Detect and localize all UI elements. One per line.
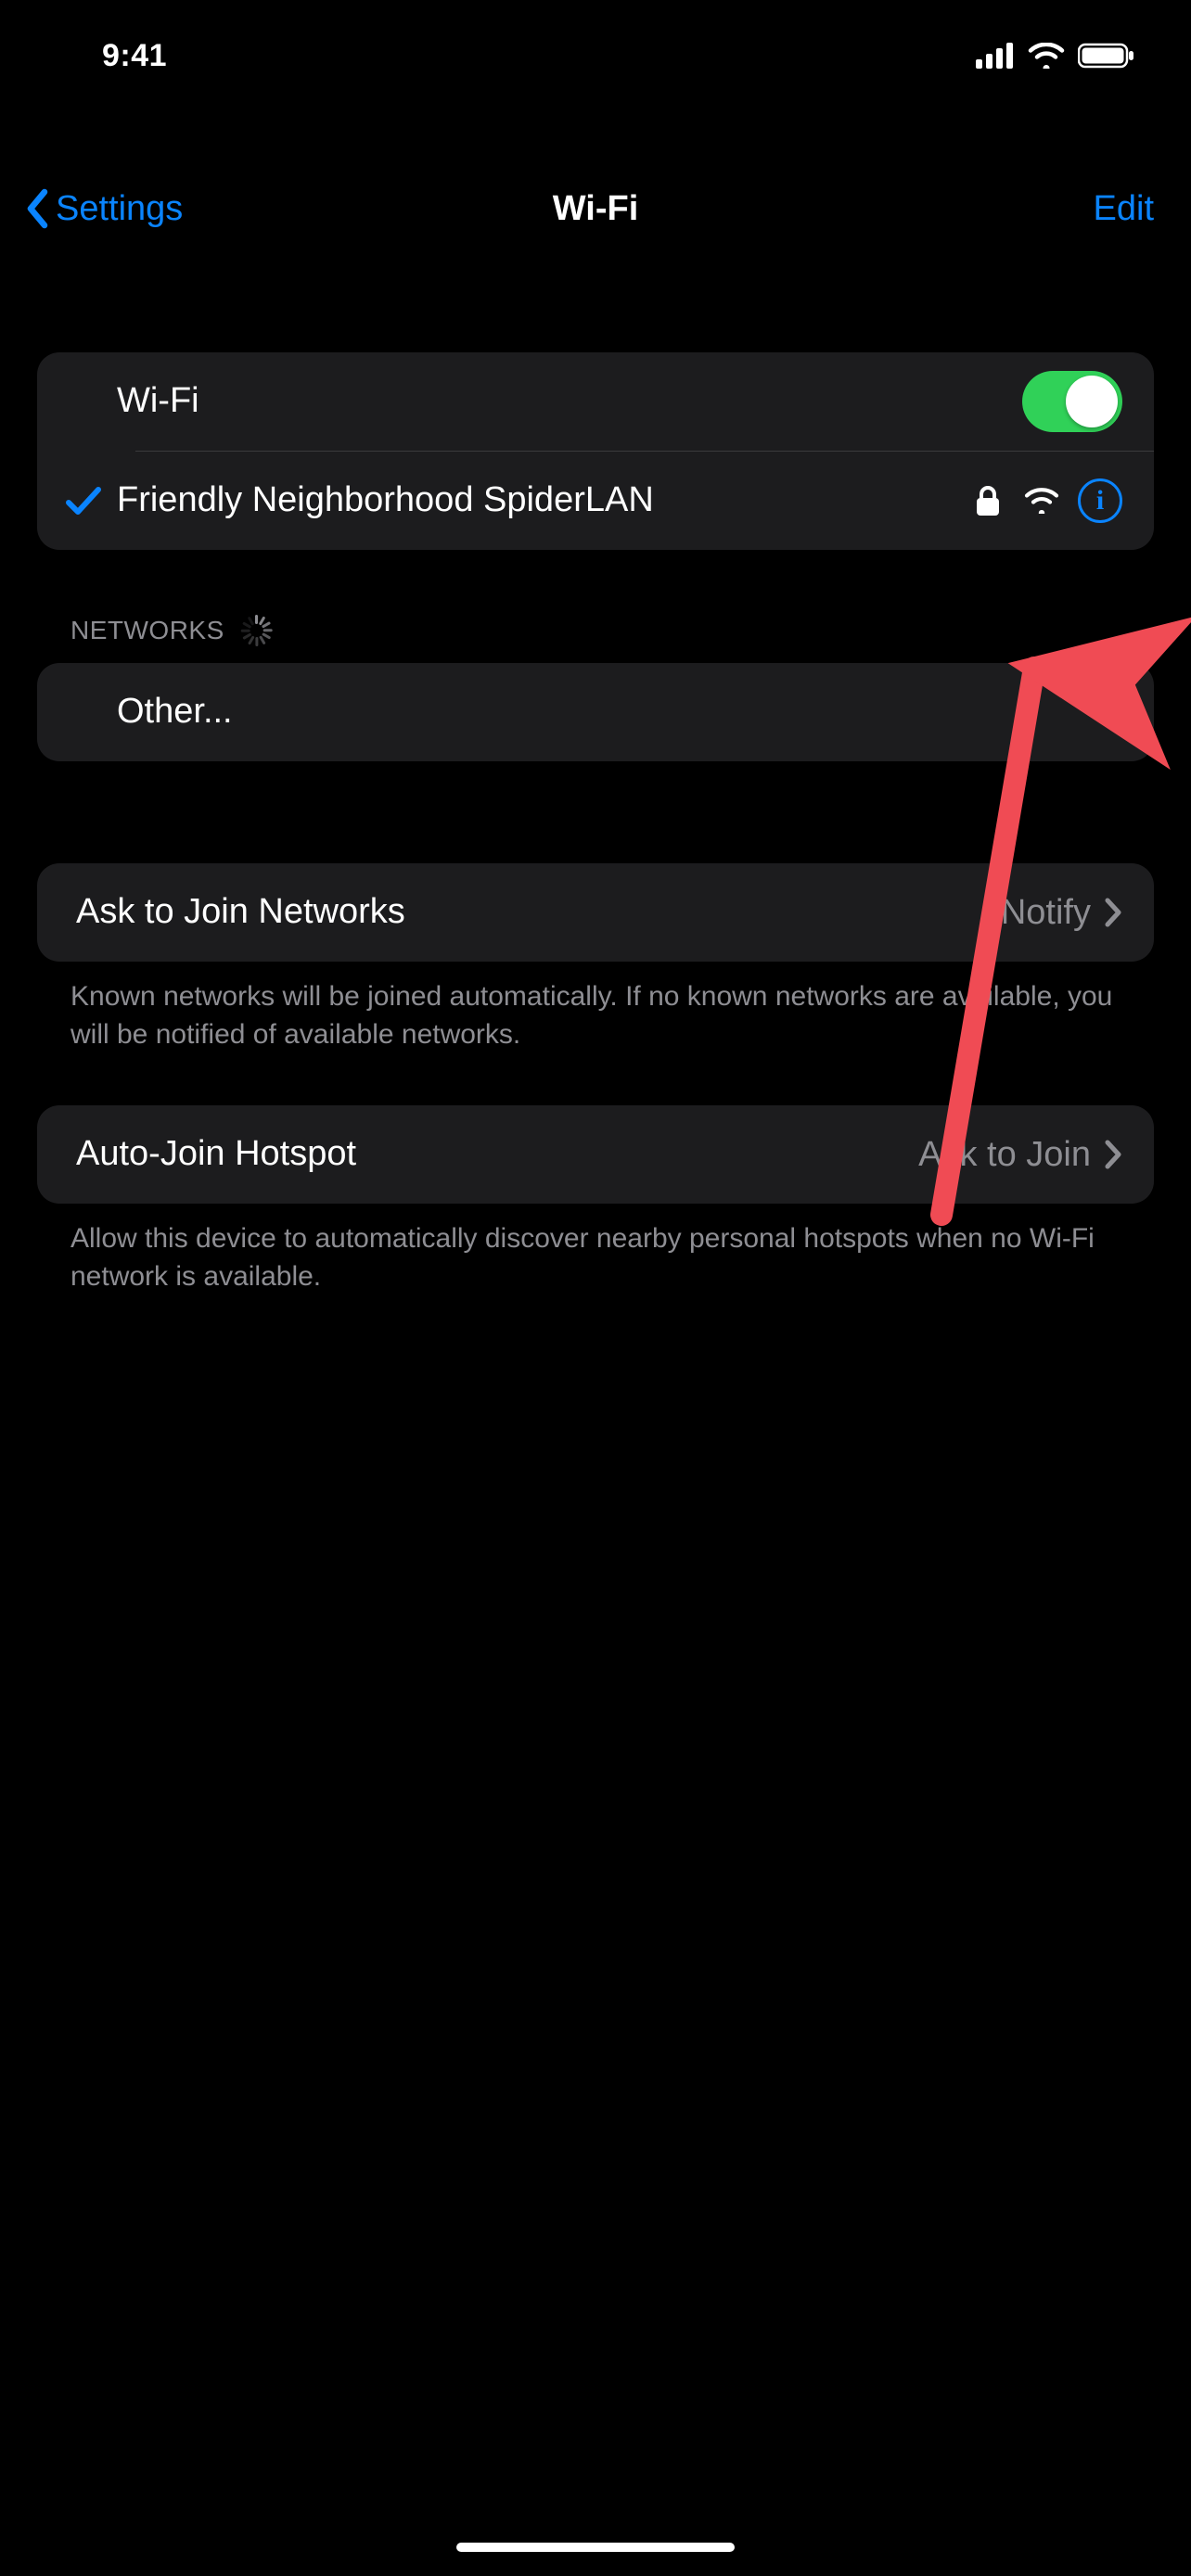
ask-to-join-value: Notify — [1001, 893, 1091, 933]
wifi-status-icon — [1028, 43, 1065, 69]
connected-network-row[interactable]: Friendly Neighborhood SpiderLAN i — [37, 452, 1154, 550]
ask-to-join-label: Ask to Join Networks — [76, 891, 405, 934]
status-bar: 9:41 — [0, 0, 1191, 111]
auto-join-hotspot-row[interactable]: Auto-Join Hotspot Ask to Join — [37, 1105, 1154, 1204]
auto-join-hotspot-value: Ask to Join — [918, 1135, 1091, 1175]
chevron-left-icon — [24, 188, 52, 229]
wifi-group: Wi-Fi Friendly Neighborhood SpiderLAN — [37, 352, 1154, 550]
loading-spinner-icon — [241, 615, 273, 646]
chevron-right-icon — [1104, 1139, 1122, 1170]
battery-icon — [1078, 43, 1135, 69]
auto-join-hotspot-group: Auto-Join Hotspot Ask to Join — [37, 1105, 1154, 1204]
ask-to-join-footer: Known networks will be joined automatica… — [37, 962, 1154, 1053]
auto-join-hotspot-footer: Allow this device to automatically disco… — [37, 1204, 1154, 1295]
other-network-label: Other... — [117, 691, 233, 733]
status-time: 9:41 — [102, 38, 167, 74]
back-label: Settings — [56, 189, 183, 229]
networks-section-header: Networks — [37, 615, 1154, 663]
cellular-signal-icon — [976, 43, 1015, 69]
home-indicator[interactable] — [456, 2543, 735, 2552]
status-indicators — [976, 43, 1135, 69]
networks-header-label: Networks — [70, 616, 224, 645]
wifi-toggle-row[interactable]: Wi-Fi — [37, 352, 1154, 451]
back-button[interactable]: Settings — [24, 188, 183, 229]
other-network-row[interactable]: Other... — [37, 663, 1154, 761]
edit-button[interactable]: Edit — [1094, 189, 1154, 229]
wifi-toggle[interactable] — [1022, 371, 1122, 432]
lock-icon — [976, 485, 1000, 516]
chevron-right-icon — [1104, 897, 1122, 928]
ask-to-join-row[interactable]: Ask to Join Networks Notify — [37, 863, 1154, 962]
checkmark-icon — [63, 480, 104, 521]
connected-network-name: Friendly Neighborhood SpiderLAN — [117, 479, 654, 522]
wifi-signal-icon — [1024, 488, 1059, 514]
ask-to-join-group: Ask to Join Networks Notify — [37, 863, 1154, 962]
networks-group: Other... — [37, 663, 1154, 761]
wifi-toggle-label: Wi-Fi — [117, 380, 199, 423]
nav-bar: Settings Wi-Fi Edit — [0, 167, 1191, 250]
auto-join-hotspot-label: Auto-Join Hotspot — [76, 1133, 356, 1176]
network-info-button[interactable]: i — [1078, 478, 1122, 523]
content-scroll[interactable]: Wi-Fi Friendly Neighborhood SpiderLAN — [0, 352, 1191, 2576]
